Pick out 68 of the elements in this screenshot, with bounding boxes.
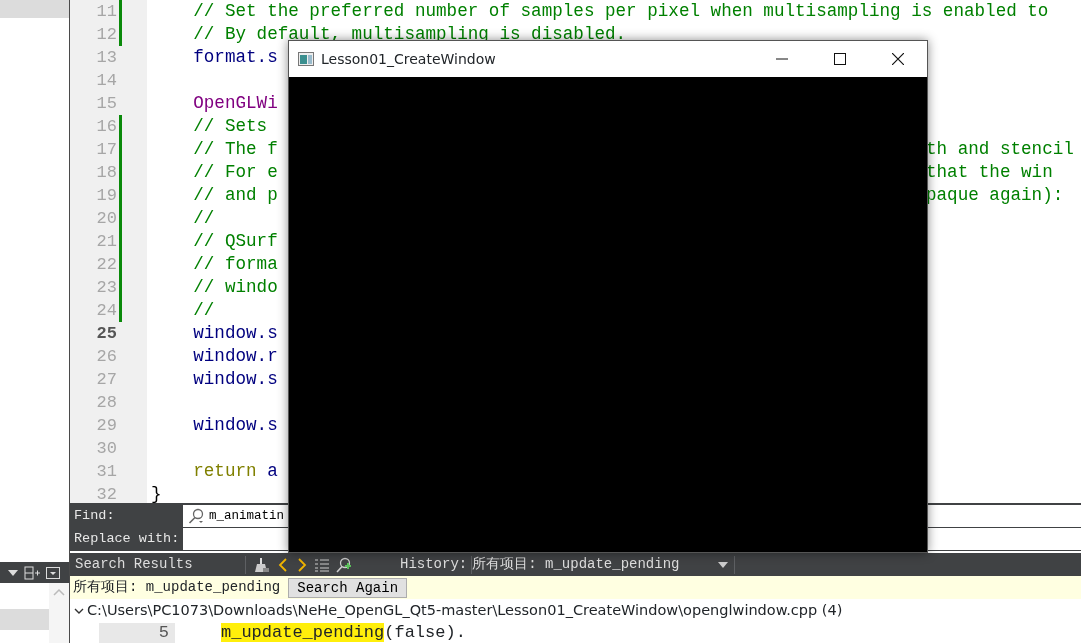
code-line: // QSurf: [192, 231, 278, 251]
replace-label: Replace with:: [73, 530, 181, 549]
file-path[interactable]: C:\Users\PC1073\Downloads\NeHe_OpenGL_Qt5-master\Lesson01_CreateWindow\openglwindow.cpp (4): [87, 600, 843, 622]
line-number: 18: [95, 162, 117, 184]
line-number: 30: [95, 438, 117, 460]
line-number: 16: [95, 116, 117, 138]
panel-header: [0, 0, 69, 18]
line-number: 17: [95, 139, 117, 161]
list-icon[interactable]: [315, 557, 329, 572]
code-line: // By default, multisampling is disabled.: [192, 24, 627, 44]
line-number: 28: [95, 392, 117, 414]
code-line: // For e: [192, 162, 278, 182]
new-search-icon[interactable]: [336, 556, 352, 573]
code-line: // and p: [192, 185, 278, 205]
line-number: 5: [99, 623, 175, 643]
app-icon: [298, 52, 314, 66]
code-line: // Set the preferred number of samples per pixel when multisampling is enabled to: [192, 1, 1049, 21]
line-number: 13: [95, 47, 117, 69]
code-line: //: [192, 300, 215, 320]
line-number: 25: [95, 323, 117, 345]
line-number: 26: [95, 346, 117, 368]
dropdown-arrow-icon[interactable]: [8, 569, 18, 576]
line-number: 14: [95, 70, 117, 92]
code-line: // Sets: [192, 116, 268, 136]
line-number: 12: [95, 24, 117, 46]
history-dropdown[interactable]: 所有项目: m_update_pending: [472, 554, 735, 576]
code-line: return a: [192, 461, 278, 481]
code-line: //: [192, 208, 215, 228]
code-line: paque again):: [926, 184, 1064, 207]
code-line: format.s: [192, 47, 278, 67]
code-line: window.r: [192, 346, 278, 366]
line-number: 15: [95, 93, 117, 115]
find-label: Find:: [73, 507, 116, 526]
line-number: 23: [95, 277, 117, 299]
line-number: 22: [95, 254, 117, 276]
line-number: 24: [95, 300, 117, 322]
line-number: 11: [95, 1, 117, 23]
search-icon: [188, 508, 204, 525]
code-line: that the win: [926, 161, 1053, 184]
clear-icon[interactable]: [254, 556, 270, 573]
window-title: Lesson01_CreateWindow: [321, 49, 497, 69]
code-line: window.s: [192, 369, 278, 389]
code-line: // The f: [192, 139, 278, 159]
close-icon[interactable]: [892, 53, 904, 65]
code-line: }: [151, 484, 162, 504]
maximize-icon[interactable]: [834, 53, 846, 65]
code-line: th and stencil: [926, 138, 1074, 161]
code-line: // forma: [192, 254, 278, 274]
code-line: window.s: [192, 323, 278, 343]
line-number: 20: [95, 208, 117, 230]
line-number: 31: [95, 461, 117, 483]
history-label: History:: [400, 555, 468, 575]
next-icon[interactable]: [296, 556, 308, 573]
code-line: OpenGLWi: [192, 93, 278, 113]
previous-icon[interactable]: [277, 556, 289, 573]
search-again-button[interactable]: Search Again: [288, 577, 408, 598]
panel-title: Search Results: [74, 555, 194, 575]
line-number: 29: [95, 415, 117, 437]
collapse-icon[interactable]: [46, 566, 60, 579]
search-query: 所有项目: m_update_pending: [73, 578, 281, 598]
dropdown-arrow-icon: [718, 561, 729, 568]
line-number: 21: [95, 231, 117, 253]
line-number: 32: [95, 484, 117, 504]
code-line: // windo: [192, 277, 278, 297]
line-number: 19: [95, 185, 117, 207]
line-number: 27: [95, 369, 117, 391]
split-icon[interactable]: [24, 565, 40, 580]
code-line: window.s: [192, 415, 278, 435]
